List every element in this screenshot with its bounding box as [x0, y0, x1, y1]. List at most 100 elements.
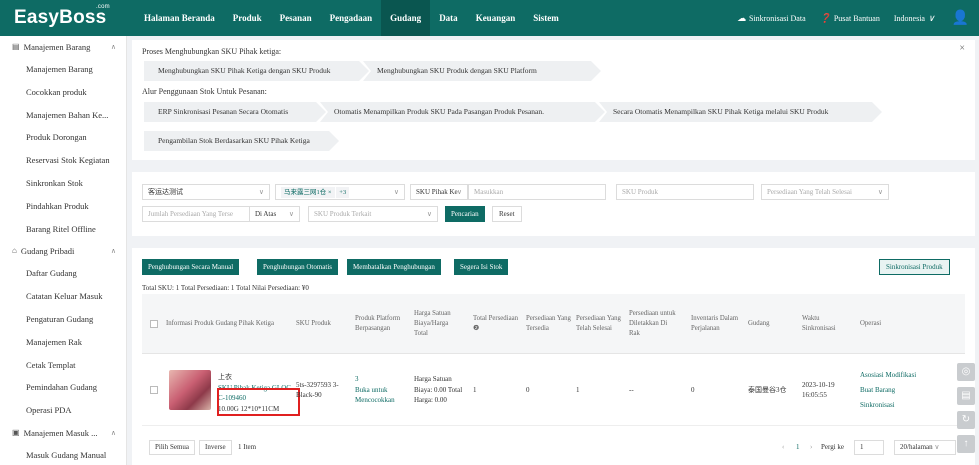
- logo-text: EasyBoss: [14, 7, 107, 28]
- nav-gudang[interactable]: Gudang: [381, 0, 431, 36]
- table-header-cell: Informasi Produk Gudang Pihak Ketiga: [166, 320, 274, 327]
- question-icon: ❓: [819, 12, 831, 23]
- table-header-cell: SKU Produk: [296, 320, 331, 327]
- language-label: Indonesia: [893, 13, 925, 23]
- nav-beranda[interactable]: Halaman Beranda: [135, 0, 224, 36]
- table-header: Informasi Produk Gudang Pihak Ketiga SKU…: [142, 294, 965, 354]
- sidebar-group-label: Manajemen Barang: [23, 42, 91, 52]
- refresh-icon[interactable]: ↻: [957, 411, 975, 429]
- chevron-down-icon: ∨: [927, 12, 935, 23]
- store-multiselect[interactable]: 马来露三网1仓 × +3 ∨: [275, 184, 405, 200]
- sync-time-cell: 2023-10-19 16:05:55: [802, 380, 835, 400]
- platform-count[interactable]: 3: [355, 374, 359, 385]
- nav-sistem[interactable]: Sistem: [524, 0, 568, 36]
- row-select[interactable]: [150, 354, 162, 426]
- warehouse-cell: 泰国曼谷3仓: [748, 385, 787, 394]
- sidebar-item[interactable]: Masuk Gudang Manual: [0, 444, 126, 465]
- sku-type-value: SKU Pihak Ke: [416, 188, 458, 196]
- manual-link-button[interactable]: Penghubungan Secara Manual: [142, 259, 240, 275]
- select-all-button[interactable]: Pilih Semua: [149, 440, 196, 455]
- chevron-down-icon: ∨: [934, 443, 940, 451]
- modify-association-link[interactable]: Asosiasi Modifikasi: [860, 368, 916, 383]
- header-select-all[interactable]: [150, 294, 162, 354]
- close-icon[interactable]: ×: [959, 43, 965, 54]
- back-to-top-icon[interactable]: ↑: [957, 435, 975, 453]
- process-flow-card: Proses Menghubungkan SKU Pihak ketiga: M…: [132, 40, 975, 160]
- sku-search-input[interactable]: Masukkan: [468, 184, 606, 200]
- nav-keuangan[interactable]: Keuangan: [467, 0, 525, 36]
- top-right-tools: ☁ Sinkronisasi Data ❓ Pusat Bantuan Indone…: [723, 10, 979, 27]
- checkbox[interactable]: [150, 386, 158, 394]
- sku-type-select[interactable]: SKU Pihak Ke ∨: [410, 184, 468, 200]
- sidebar-item[interactable]: Pindahkan Produk: [0, 195, 126, 218]
- sync-link[interactable]: Sinkronisasi: [860, 398, 895, 413]
- logo[interactable]: EasyBoss .com: [0, 4, 135, 29]
- highlight-box: [217, 388, 300, 416]
- related-sku-select[interactable]: SKU Produk Terkait ∨: [308, 206, 438, 222]
- warehouse-select[interactable]: 客运达测试 ∨: [142, 184, 270, 200]
- sidebar-item[interactable]: Reservasi Stok Kegiatan: [0, 149, 126, 172]
- reset-button[interactable]: Reset: [492, 206, 522, 222]
- table-header-cell: Inventaris Dalam Perjalanan: [691, 315, 738, 332]
- shelf-stock-cell: --: [629, 385, 634, 394]
- chevron-down-icon: ∨: [258, 188, 264, 196]
- next-page-icon[interactable]: ›: [810, 443, 812, 451]
- sync-data-link[interactable]: ☁ Sinkronisasi Data: [737, 13, 806, 24]
- sidebar-item[interactable]: Cetak Templat: [0, 354, 126, 377]
- prev-page-icon[interactable]: ‹: [782, 443, 784, 451]
- cancel-link-button[interactable]: Membatalkan Penghubungan: [347, 259, 441, 275]
- auto-link-button[interactable]: Penghubungan Otomatis: [257, 259, 339, 275]
- sidebar-item[interactable]: Operasi PDA: [0, 399, 126, 422]
- help-center-link[interactable]: ❓ Pusat Bantuan: [820, 13, 880, 24]
- page-size-value: 20/halaman: [900, 443, 933, 451]
- comparison-select[interactable]: Di Atas ∨: [249, 206, 300, 222]
- sidebar-item[interactable]: Daftar Gudang: [0, 262, 126, 285]
- sidebar-item[interactable]: Barang Ritel Offline: [0, 218, 126, 241]
- match-link[interactable]: Buka untuk Mencocokkan: [355, 385, 403, 406]
- sync-product-button[interactable]: Sinkronisasi Produk: [879, 259, 950, 275]
- table-header-cell: Harga Satuan Biaya/Harga Total: [414, 310, 451, 337]
- note-icon[interactable]: ▤: [957, 387, 975, 405]
- sidebar-item[interactable]: Pengaturan Gudang: [0, 308, 126, 331]
- search-button[interactable]: Pencarian: [445, 206, 485, 222]
- chevron-down-icon: ∨: [456, 188, 462, 196]
- table-header-cell: Produk Platform Berpasangan: [355, 315, 401, 332]
- user-icon[interactable]: 👤: [952, 10, 969, 27]
- sidebar-item[interactable]: Catatan Keluar Masuk: [0, 285, 126, 308]
- headset-icon[interactable]: ◎: [957, 363, 975, 381]
- checkbox[interactable]: [150, 320, 158, 328]
- warehouse-icon: ⌂: [12, 246, 17, 256]
- current-page[interactable]: 1: [796, 443, 800, 451]
- goto-label: Pergi ke: [821, 443, 845, 451]
- sku-produk-input[interactable]: SKU Produk: [616, 184, 754, 200]
- table-header-cell: Total Persediaan ❷: [473, 315, 519, 332]
- sidebar-group-manajemen-barang[interactable]: ▤ Manajemen Barang ∧: [0, 36, 126, 58]
- sidebar-item[interactable]: Manajemen Rak: [0, 331, 126, 354]
- sidebar-item[interactable]: Manajemen Bahan Ke...: [0, 104, 126, 127]
- refresh-stock-button[interactable]: Segera Isi Stok: [454, 259, 509, 275]
- nav-pengadaan[interactable]: Pengadaan: [321, 0, 382, 36]
- sidebar-item[interactable]: Manajemen Barang: [0, 58, 126, 81]
- nav-produk[interactable]: Produk: [224, 0, 271, 36]
- inverse-button[interactable]: Inverse: [199, 440, 232, 455]
- create-product-link[interactable]: Buat Barang: [860, 383, 895, 398]
- goto-input[interactable]: 1: [854, 440, 884, 455]
- sidebar-group-gudang-pribadi[interactable]: ⌂ Gudang Pribadi ∧: [0, 240, 126, 262]
- sidebar-item[interactable]: Pemindahan Gudang: [0, 376, 126, 399]
- product-thumbnail[interactable]: [169, 370, 211, 410]
- stock-amount-input[interactable]: Jumlah Persediaan Yang Terse: [142, 206, 250, 222]
- finished-stock-select[interactable]: Persediaan Yang Telah Selesai ∨: [761, 184, 889, 200]
- sidebar-item[interactable]: Produk Dorongan: [0, 126, 126, 149]
- language-select[interactable]: Indonesia ∨: [894, 13, 938, 24]
- nav-pesanan[interactable]: Pesanan: [271, 0, 321, 36]
- logo-sup: .com: [96, 4, 110, 10]
- nav-data[interactable]: Data: [430, 0, 467, 36]
- sku-search-placeholder: Masukkan: [474, 188, 504, 196]
- sidebar-group-manajemen-masuk[interactable]: ▣ Manajemen Masuk ... ∧: [0, 422, 126, 444]
- main-nav: Halaman Beranda Produk Pesanan Pengadaan…: [135, 0, 568, 36]
- sidebar-item[interactable]: Cocokkan produk: [0, 81, 126, 104]
- sidebar-item[interactable]: Sinkronkan Stok: [0, 172, 126, 195]
- flow-title-stock: Alur Penggunaan Stok Untuk Pesanan:: [142, 87, 267, 96]
- page-size-select[interactable]: 20/halaman ∨: [894, 440, 956, 455]
- available-stock-cell: 0: [526, 385, 530, 394]
